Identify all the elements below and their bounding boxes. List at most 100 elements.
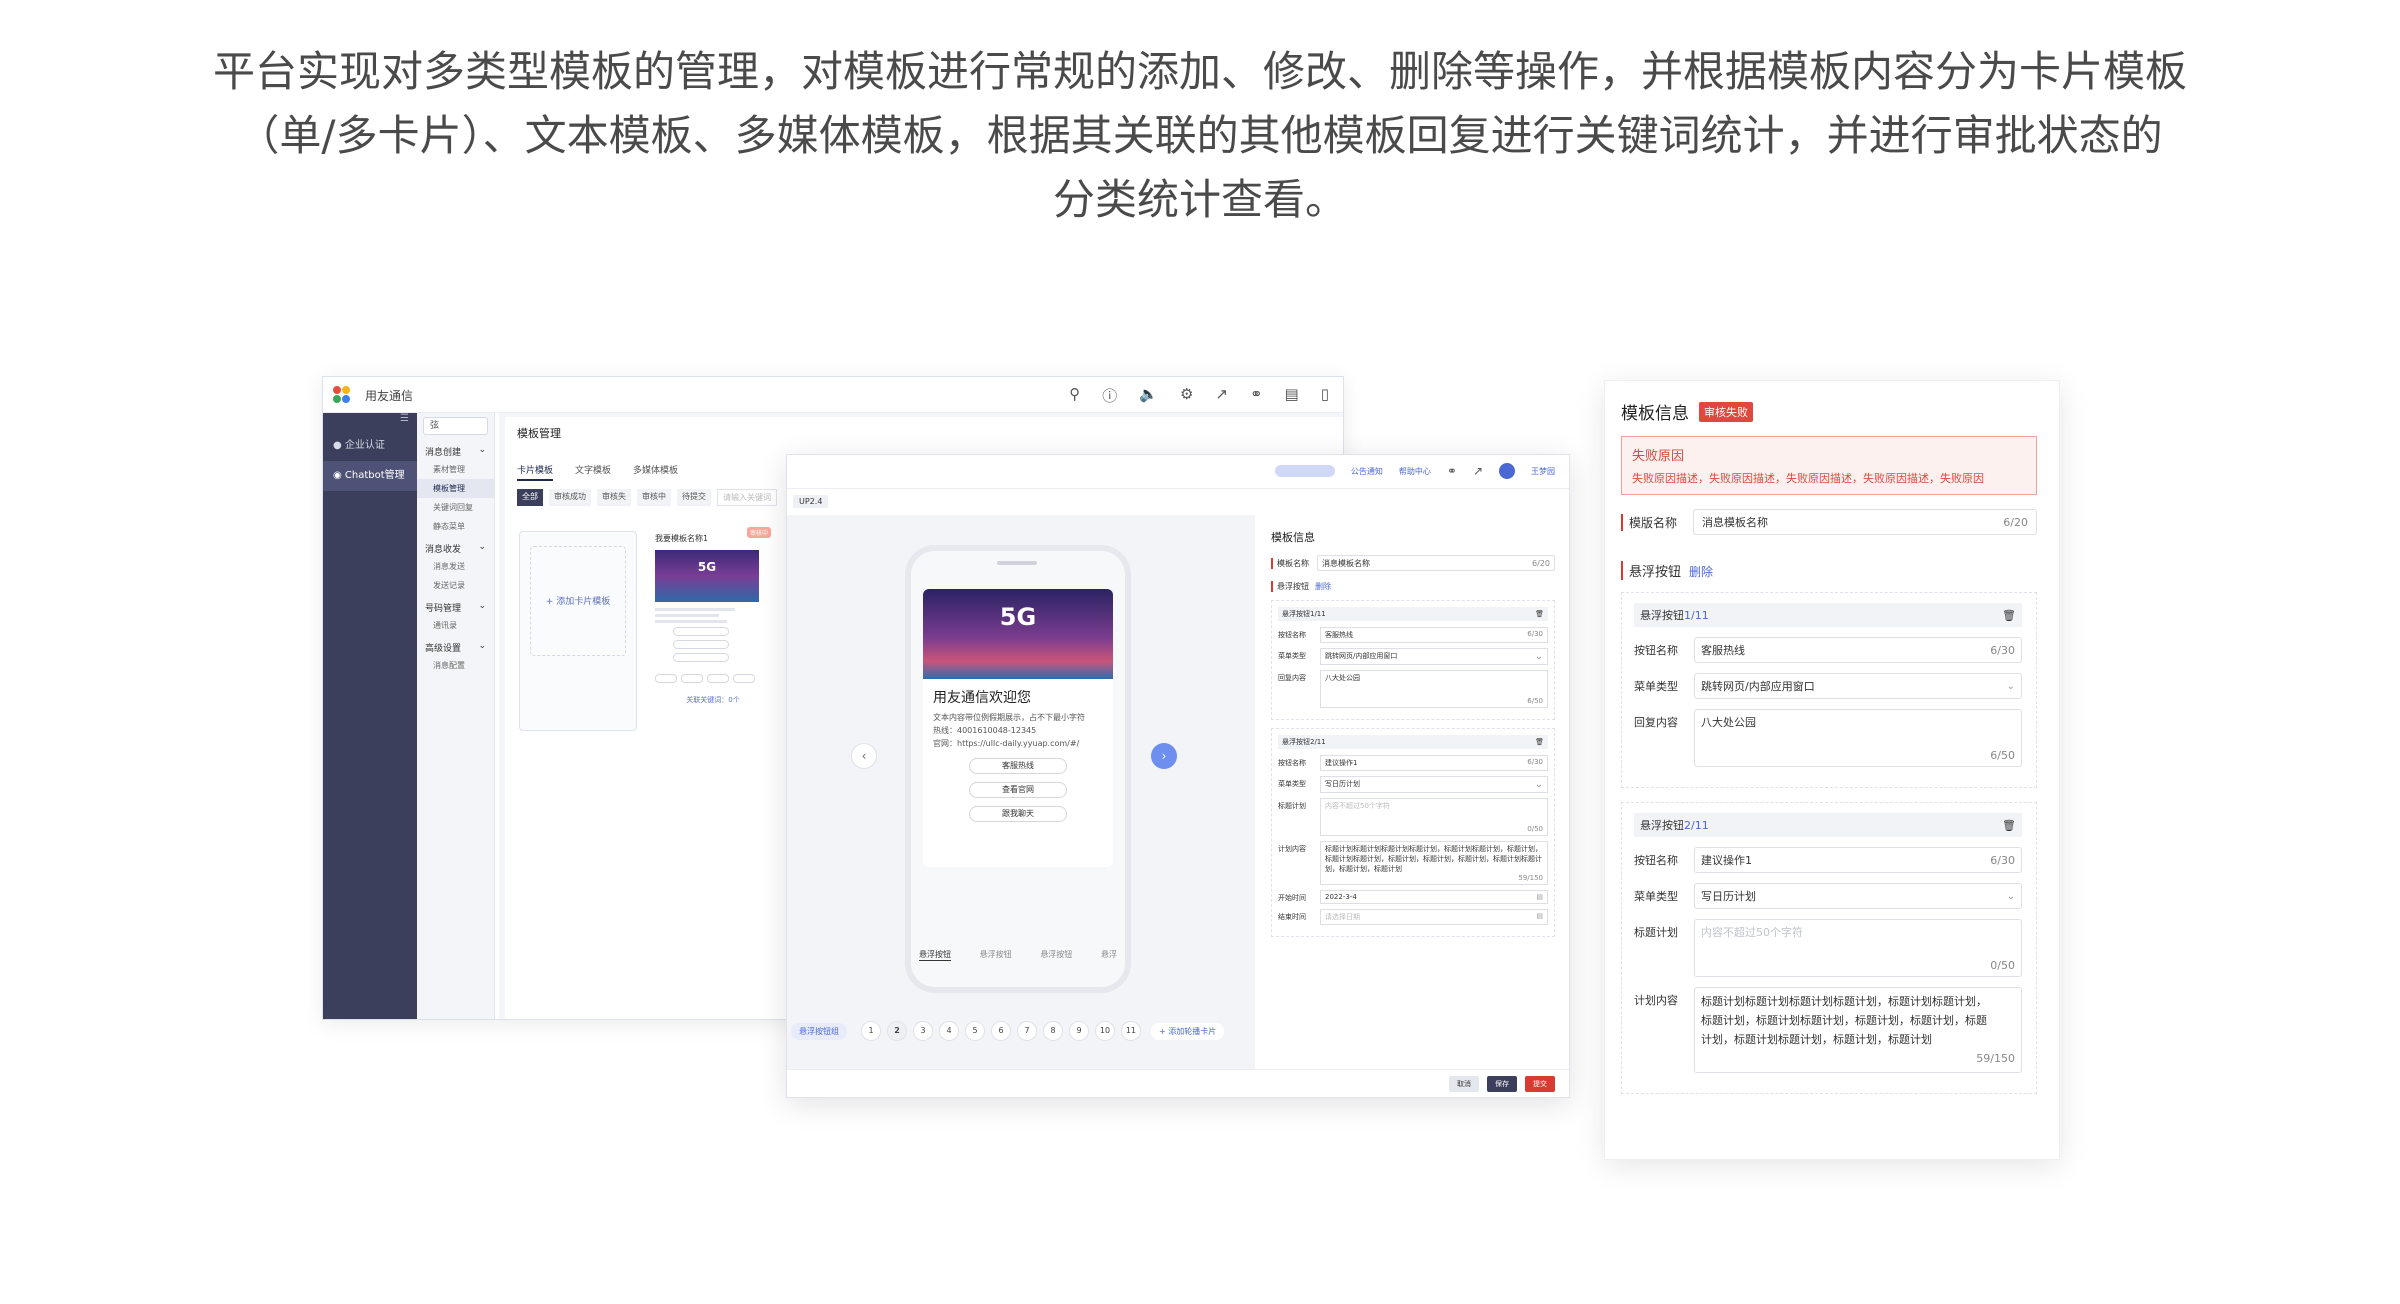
- cancel-button[interactable]: 取消: [1449, 1076, 1479, 1092]
- plan-title-textarea[interactable]: 内容不超过50个字符 0/50: [1320, 798, 1548, 836]
- page-number[interactable]: 4: [939, 1021, 959, 1041]
- template-name-input[interactable]: 消息模板名称 6/20: [1317, 555, 1555, 571]
- float-menu-item[interactable]: 悬浮: [1101, 949, 1117, 961]
- page-number[interactable]: 5: [965, 1021, 985, 1041]
- float-menu-item[interactable]: 悬浮按钮: [980, 949, 1012, 961]
- template-name-row: 模板名称 消息模板名称 6/20: [1271, 555, 1555, 571]
- menu-item-templates[interactable]: 模板管理: [417, 479, 494, 498]
- menu-group-numbers[interactable]: 号码管理 ⌄: [417, 595, 494, 616]
- calendar-icon[interactable]: ▤: [1285, 385, 1299, 406]
- avatar[interactable]: [1499, 463, 1515, 479]
- menu-item-keyword-reply[interactable]: 关键词回复: [417, 498, 494, 517]
- chevron-down-icon: ⌄: [478, 542, 486, 552]
- float-menu-item[interactable]: 悬浮按钮: [919, 949, 951, 961]
- menu-item-message-config[interactable]: 消息配置: [417, 656, 494, 675]
- delete-float-button[interactable]: 删除: [1689, 565, 1713, 579]
- reply-content-row: 回复内容 八大处公园 6/50: [1634, 709, 2022, 767]
- trash-icon[interactable]: 🗑: [2002, 819, 2016, 832]
- float-button-group[interactable]: 悬浮按钮组: [791, 1022, 847, 1040]
- page-number[interactable]: 9: [1069, 1021, 1089, 1041]
- trash-icon[interactable]: 🗑: [1535, 738, 1544, 746]
- trash-icon[interactable]: 🗑: [2002, 609, 2016, 622]
- menu-group-advanced[interactable]: 高级设置 ⌄: [417, 635, 494, 656]
- menu-search-input[interactable]: 弦: [423, 417, 488, 435]
- reply-content-textarea[interactable]: 八大处公园 6/50: [1320, 670, 1548, 708]
- menu-type-select[interactable]: 跳转网页/内部应用窗口 ⌄: [1694, 673, 2022, 699]
- plan-title-textarea[interactable]: 内容不超过50个字符 0/50: [1694, 919, 2022, 977]
- add-card-label: + 添加卡片模板: [530, 546, 626, 656]
- button-name-input[interactable]: 客服热线 6/30: [1694, 637, 2022, 663]
- menu-item-send[interactable]: 消息发送: [417, 557, 494, 576]
- help-center-link[interactable]: 帮助中心: [1399, 466, 1431, 477]
- filter-all[interactable]: 全部: [517, 489, 543, 506]
- menu-item-static-menu[interactable]: 静态菜单: [417, 517, 494, 536]
- button-name-input[interactable]: 建议操作1 6/30: [1694, 847, 2022, 873]
- search-icon[interactable]: ⚲: [1069, 385, 1080, 406]
- start-date-picker[interactable]: 2022-3-4 ▤: [1320, 890, 1548, 904]
- user-name[interactable]: 王梦园: [1531, 466, 1555, 477]
- filter-draft[interactable]: 待提交: [677, 489, 711, 506]
- collapse-icon[interactable]: ☰: [323, 413, 417, 431]
- page-number[interactable]: 3: [913, 1021, 933, 1041]
- template-name-input[interactable]: 消息模板名称 6/20: [1693, 509, 2037, 535]
- export-icon[interactable]: ↗: [1215, 385, 1228, 406]
- delete-float-button[interactable]: 删除: [1315, 582, 1331, 591]
- headset-icon[interactable]: ⚭: [1250, 385, 1263, 406]
- menu-item-send-log[interactable]: 发送记录: [417, 576, 494, 595]
- reply-content-textarea[interactable]: 八大处公园 6/50: [1694, 709, 2022, 767]
- phone-notch: [997, 561, 1037, 565]
- page-number[interactable]: 8: [1043, 1021, 1063, 1041]
- page-number[interactable]: 11: [1121, 1021, 1141, 1041]
- plan-content-textarea[interactable]: 标题计划标题计划标题计划标题计划，标题计划标题计划，标题计划，标题计划标题计划，…: [1694, 987, 2022, 1073]
- end-date-picker[interactable]: 请选择日期 ▤: [1320, 909, 1548, 925]
- headset-icon[interactable]: ⚭: [1447, 464, 1457, 478]
- card-button-chat[interactable]: 跟我聊天: [969, 806, 1067, 822]
- page-number[interactable]: 7: [1017, 1021, 1037, 1041]
- add-carousel-card-button[interactable]: + 添加轮播卡片: [1151, 1022, 1225, 1040]
- phone-icon[interactable]: ▯: [1321, 385, 1329, 406]
- card-button-website[interactable]: 查看官网: [969, 782, 1067, 798]
- card-button-hotline[interactable]: 客服热线: [969, 758, 1067, 774]
- menu-item-contacts[interactable]: 通讯录: [417, 616, 494, 635]
- filter-approved[interactable]: 审核成功: [549, 489, 591, 506]
- tab-card-template[interactable]: 卡片模板: [517, 463, 554, 481]
- page-number-active[interactable]: 2: [887, 1021, 907, 1041]
- page-number[interactable]: 1: [861, 1021, 881, 1041]
- tab-media-template[interactable]: 多媒体模板: [633, 463, 678, 481]
- button-name-input[interactable]: 客服热线 6/30: [1320, 627, 1548, 643]
- page-number[interactable]: 6: [991, 1021, 1011, 1041]
- export-icon[interactable]: ↗: [1473, 464, 1483, 478]
- settings-icon[interactable]: ⚙: [1180, 385, 1193, 406]
- next-card-button[interactable]: ›: [1151, 743, 1177, 769]
- menu-type-row: 菜单类型 写日历计划 ⌄: [1278, 776, 1548, 793]
- keyword-count[interactable]: 关联关键词：0个: [655, 695, 771, 705]
- help-icon[interactable]: ⓘ: [1102, 385, 1117, 406]
- menu-type-select[interactable]: 写日历计划 ⌄: [1320, 776, 1548, 793]
- chevron-down-icon: ⌄: [1534, 779, 1543, 790]
- announcement-link[interactable]: 公告通知: [1351, 466, 1383, 477]
- menu-type-select[interactable]: 写日历计划 ⌄: [1694, 883, 2022, 909]
- plan-content-textarea[interactable]: 标题计划标题计划标题计划标题计划，标题计划标题计划，标题计划，标题计划标题计划，…: [1320, 841, 1548, 885]
- sidebar-item-chatbot[interactable]: ◉ Chatbot管理: [323, 461, 417, 491]
- sidebar-item-enterprise-auth[interactable]: ● 企业认证: [323, 431, 417, 461]
- speaker-icon[interactable]: 🔈: [1139, 385, 1158, 406]
- filter-failed[interactable]: 审核失: [597, 489, 631, 506]
- submit-button[interactable]: 提交: [1525, 1076, 1555, 1092]
- page-title: 模板管理: [517, 427, 561, 440]
- float-menu-item[interactable]: 悬浮按钮: [1040, 949, 1072, 961]
- prev-card-button[interactable]: ‹: [851, 743, 877, 769]
- keyword-search-input[interactable]: 请输入关键词: [717, 489, 777, 506]
- template-item[interactable]: 我要模板名称1 审核中 5G 关联关键词：0个: [655, 527, 771, 705]
- search-toggle[interactable]: [1274, 465, 1335, 477]
- menu-group-messaging[interactable]: 消息收发 ⌄: [417, 536, 494, 557]
- menu-type-select[interactable]: 跳转网页/内部应用窗口 ⌄: [1320, 648, 1548, 665]
- menu-item-materials[interactable]: 素材管理: [417, 460, 494, 479]
- menu-group-create[interactable]: 消息创建 ⌄: [417, 439, 494, 460]
- add-card-template-button[interactable]: + 添加卡片模板: [519, 531, 637, 731]
- filter-pending[interactable]: 审核中: [637, 489, 671, 506]
- trash-icon[interactable]: 🗑: [1535, 610, 1544, 618]
- page-number[interactable]: 10: [1095, 1021, 1115, 1041]
- button-name-input[interactable]: 建议操作1 6/30: [1320, 755, 1548, 771]
- tab-text-template[interactable]: 文字模板: [575, 463, 611, 481]
- save-button[interactable]: 保存: [1487, 1076, 1517, 1092]
